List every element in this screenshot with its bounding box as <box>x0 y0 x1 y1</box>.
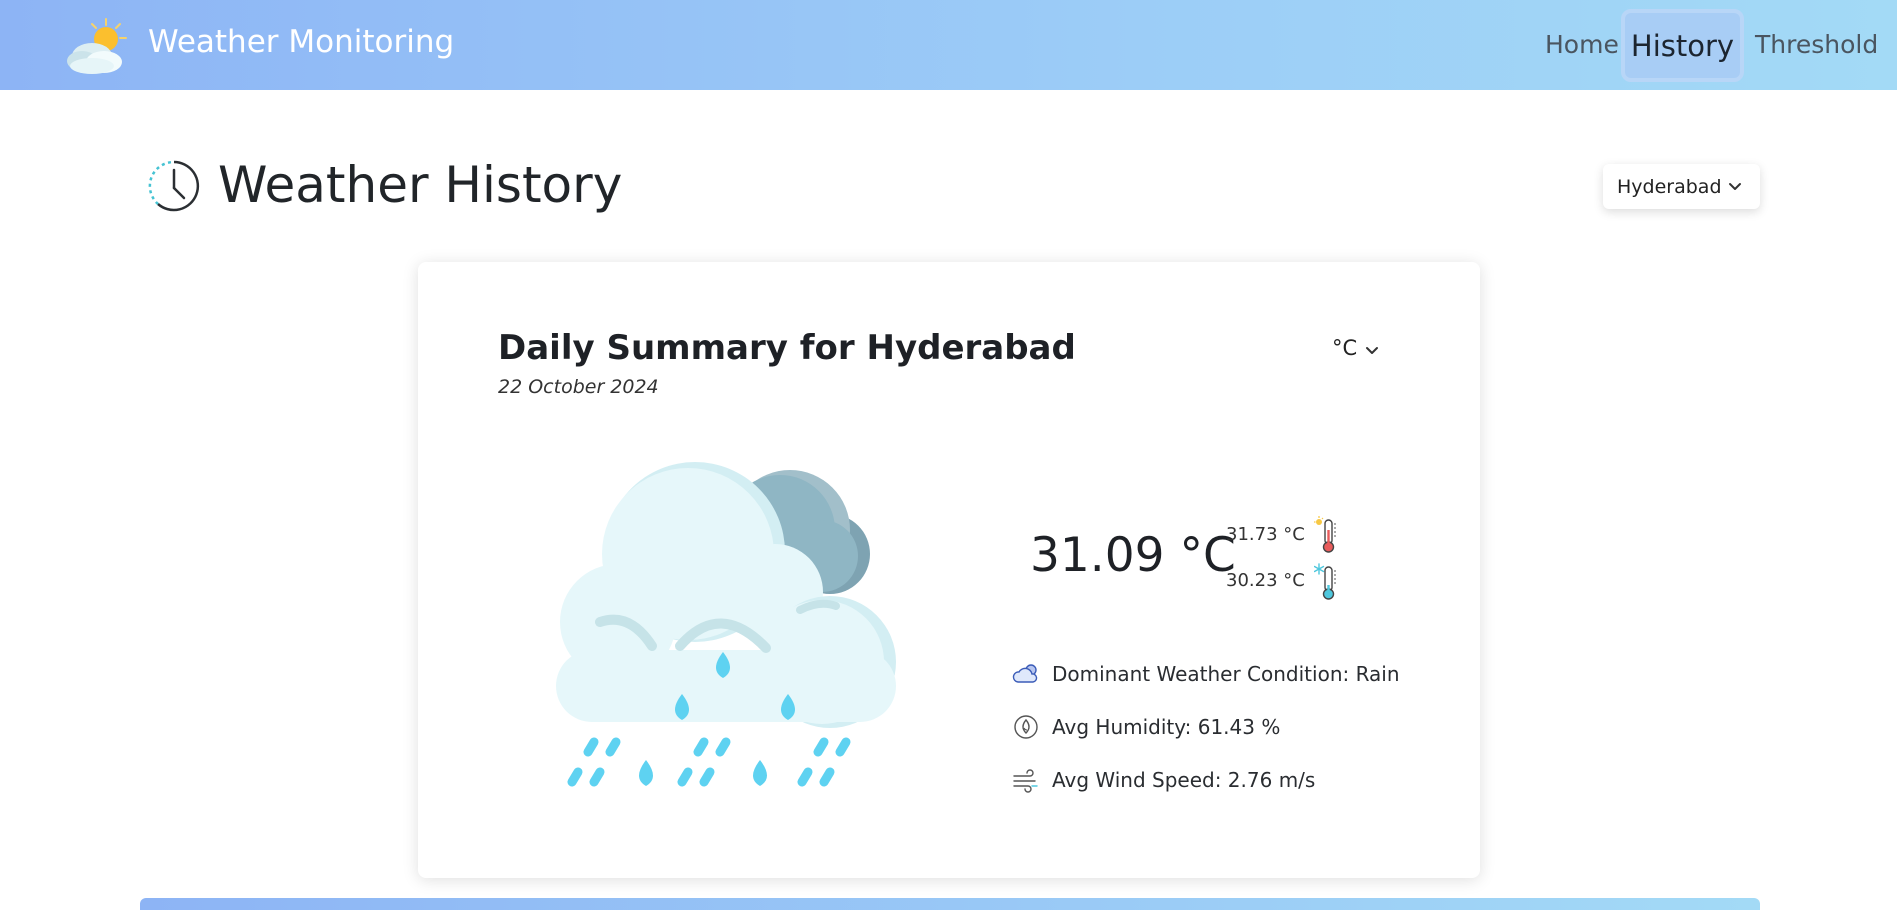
brand-title[interactable]: Weather Monitoring <box>148 24 454 60</box>
nav-history-link[interactable]: History <box>1621 9 1744 82</box>
humidity-icon <box>1014 715 1038 739</box>
navbar: Weather Monitoring Home History Threshol… <box>0 0 1897 90</box>
rain-cloud-illustration-icon <box>556 462 896 787</box>
city-select-value: Hyderabad <box>1617 175 1722 198</box>
clock-history-icon <box>148 160 200 212</box>
avg-humidity-row: Avg Humidity: 61.43 % <box>1012 713 1280 741</box>
cloud-icon <box>1012 664 1038 683</box>
dominant-condition-text: Dominant Weather Condition: Rain <box>1052 662 1400 686</box>
city-select[interactable]: Hyderabad <box>1603 164 1760 209</box>
chevron-down-icon <box>1729 183 1741 190</box>
nav-home-link[interactable]: Home <box>1545 30 1619 59</box>
wind-icon <box>1013 769 1038 793</box>
unit-select-value: °C <box>1332 336 1358 360</box>
avg-wind-text: Avg Wind Speed: 2.76 m/s <box>1052 768 1316 792</box>
nav-threshold-link[interactable]: Threshold <box>1755 30 1878 59</box>
min-temperature: 30.23 °C <box>1226 570 1305 591</box>
unit-select[interactable]: °C <box>1332 336 1378 360</box>
summary-date: 22 October 2024 <box>498 376 659 398</box>
summary-title: Daily Summary for Hyderabad <box>498 328 1076 368</box>
avg-humidity-text: Avg Humidity: 61.43 % <box>1052 715 1281 739</box>
daily-summary-card: Daily Summary for Hyderabad 22 October 2… <box>418 262 1480 878</box>
chevron-down-icon <box>1366 347 1378 354</box>
page-title: Weather History <box>218 156 623 214</box>
dominant-condition-row: Dominant Weather Condition: Rain <box>1012 660 1400 688</box>
thermometer-cold-icon <box>1314 563 1336 600</box>
avg-wind-row: Avg Wind Speed: 2.76 m/s <box>1012 766 1315 794</box>
partly-cloudy-logo-icon <box>67 18 127 74</box>
max-temperature: 31.73 °C <box>1226 524 1305 545</box>
next-card-edge <box>140 898 1760 910</box>
thermometer-hot-icon <box>1314 516 1336 553</box>
average-temperature: 31.09 °C <box>1030 528 1236 583</box>
